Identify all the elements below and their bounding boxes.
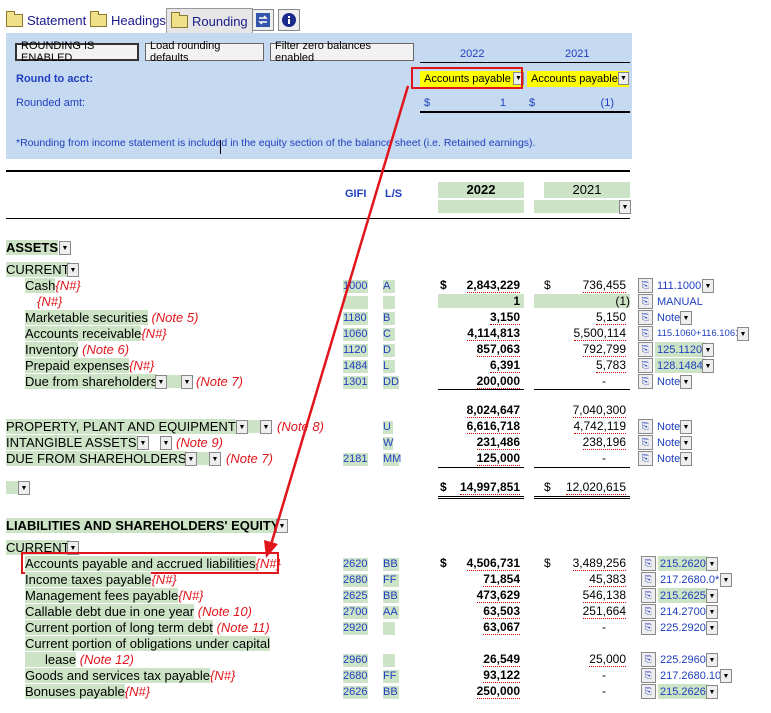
annotation-arrow — [264, 85, 410, 558]
